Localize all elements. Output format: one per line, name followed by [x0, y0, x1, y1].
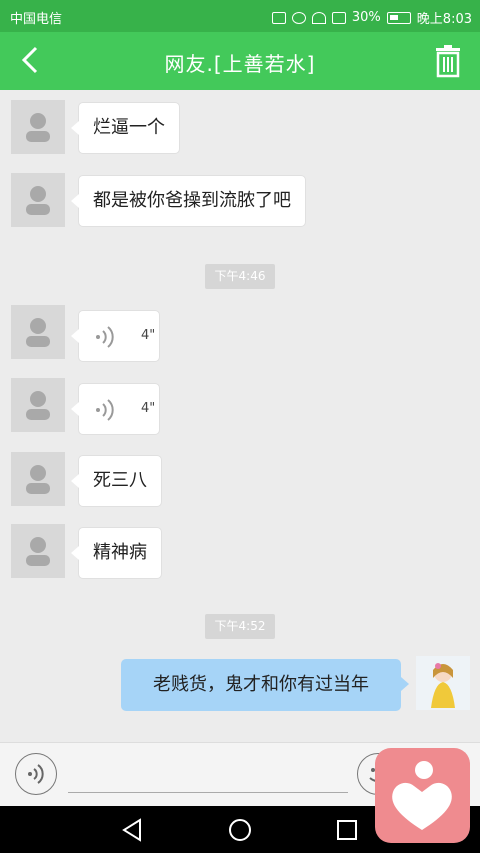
back-icon[interactable] — [120, 817, 146, 843]
default-avatar-icon — [26, 537, 50, 566]
my-message-bubble[interactable]: 老贱货，鬼才和你有过当年 — [121, 659, 409, 711]
vibrate-icon — [271, 11, 286, 24]
status-icons: 30% 晚上8:03 — [271, 8, 472, 27]
avatar[interactable] — [11, 452, 65, 506]
battery-percent: 30% — [351, 10, 381, 25]
clock: 晚上8:03 — [416, 12, 472, 27]
message-input[interactable] — [68, 792, 348, 793]
status-bar: 中国电信 30% 晚上8:03 — [0, 0, 480, 32]
chat-title: 网友.[上善若水] — [164, 52, 316, 76]
default-avatar-icon — [26, 113, 50, 142]
eye-icon — [291, 11, 306, 24]
doll-avatar-icon — [416, 656, 470, 710]
delete-button[interactable] — [430, 44, 466, 78]
chat-header: 网友.[上善若水] — [0, 32, 480, 90]
default-avatar-icon — [26, 318, 50, 347]
message-bubble[interactable]: 死三八 — [71, 455, 162, 507]
avatar[interactable] — [11, 100, 65, 154]
avatar[interactable] — [11, 305, 65, 359]
voice-toggle-button[interactable] — [15, 753, 57, 795]
avatar[interactable] — [11, 173, 65, 227]
voice-toggle-icon — [28, 764, 44, 784]
default-avatar-icon — [26, 186, 50, 215]
floating-app-button[interactable] — [375, 748, 470, 843]
trash-icon — [436, 45, 460, 78]
chat-area[interactable]: 烂逼一个 都是被你爸操到流脓了吧 下午4:46 4" 4" 死三八 精神病 下午… — [0, 90, 480, 742]
voice-duration: 4" — [141, 401, 156, 416]
wifi-icon — [311, 11, 326, 24]
voice-message[interactable]: 4" — [71, 383, 160, 435]
voice-wave-icon — [96, 326, 114, 348]
default-avatar-icon — [26, 465, 50, 494]
recents-icon[interactable] — [334, 817, 360, 843]
avatar[interactable] — [11, 524, 65, 578]
my-avatar[interactable] — [416, 656, 470, 710]
carrier-label: 中国电信 — [10, 12, 63, 27]
message-bubble[interactable]: 精神病 — [71, 527, 162, 579]
voice-wave-icon — [96, 399, 114, 421]
message-bubble[interactable]: 都是被你爸操到流脓了吧 — [71, 175, 306, 227]
signal-icon — [331, 11, 346, 24]
voice-message[interactable]: 4" — [71, 310, 160, 362]
person-heart-icon — [392, 761, 452, 830]
timestamp: 下午4:46 — [205, 264, 275, 289]
timestamp: 下午4:52 — [205, 614, 275, 639]
voice-duration: 4" — [141, 328, 156, 343]
avatar[interactable] — [11, 378, 65, 432]
battery-icon — [386, 11, 411, 24]
default-avatar-icon — [26, 391, 50, 420]
home-icon[interactable] — [227, 817, 253, 843]
message-bubble[interactable]: 烂逼一个 — [71, 102, 180, 154]
